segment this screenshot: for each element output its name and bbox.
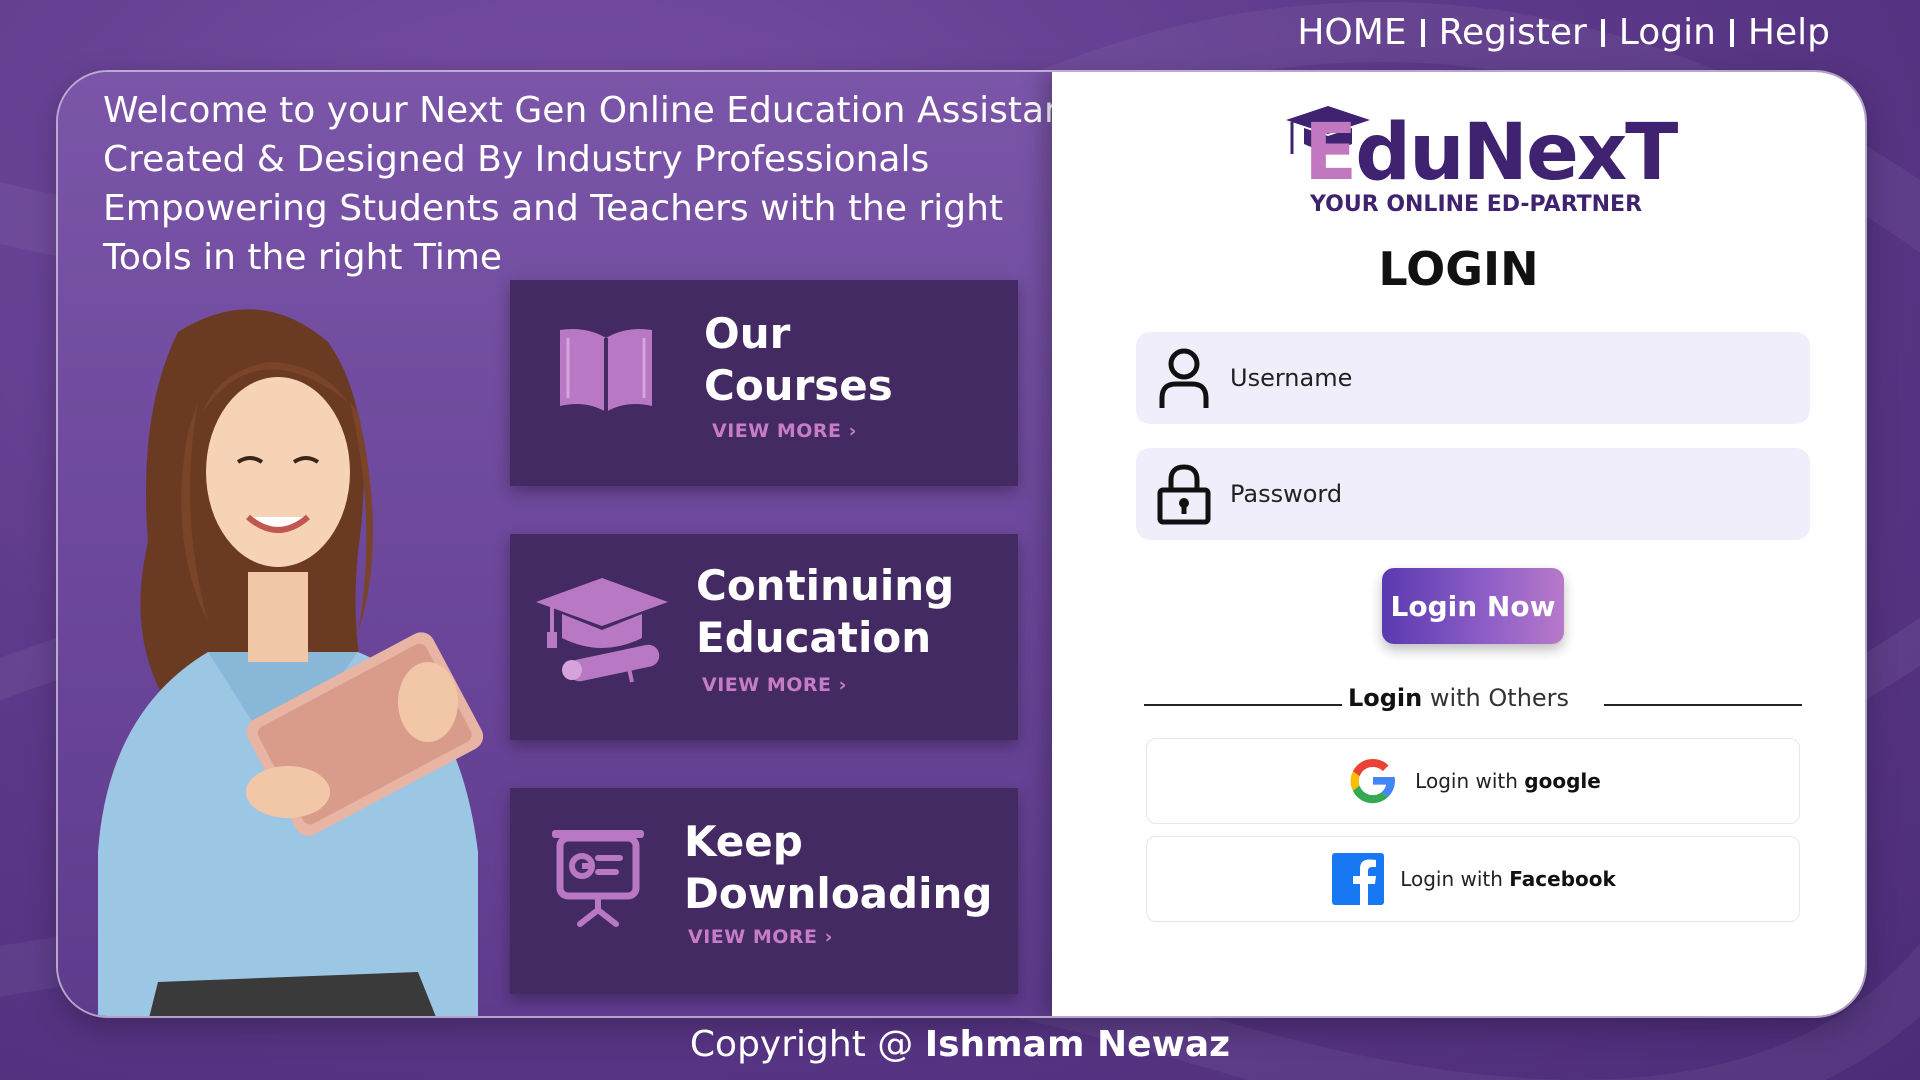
continuing-education-tile[interactable]: Continuing Education VIEW MORE › (510, 534, 1018, 740)
login-now-button[interactable]: Login Now (1382, 568, 1564, 644)
welcome-text: Welcome to your Next Gen Online Educatio… (103, 86, 1093, 282)
tile-title-line: Courses (704, 361, 893, 410)
login-panel: EduNexT YOUR ONLINE ED-PARTNER LOGIN Log… (1052, 72, 1865, 1016)
welcome-line: Welcome to your Next Gen Online Educatio… (103, 90, 1093, 131)
main-card: Welcome to your Next Gen Online Educatio… (56, 70, 1867, 1018)
nav-login-link[interactable]: Login (1605, 12, 1730, 53)
copyright-footer: Copyright @ Ishmam Newaz (0, 1024, 1920, 1065)
password-input[interactable] (1228, 479, 1810, 509)
graduation-cap-icon (536, 578, 668, 683)
nav-help-link[interactable]: Help (1734, 12, 1844, 53)
welcome-line: Tools in the right Time (103, 237, 503, 278)
facebook-login-button[interactable]: Login with Facebook (1146, 836, 1800, 922)
tile-title-line: Education (696, 613, 932, 662)
google-login-prefix: Login with (1415, 769, 1525, 793)
login-with-others-bold: Login (1347, 684, 1423, 712)
lock-icon (1157, 464, 1211, 525)
google-icon (1350, 758, 1396, 804)
brand-logo: EduNexT YOUR ONLINE ED-PARTNER (1284, 102, 1678, 217)
brand-name-initial: E (1304, 108, 1357, 198)
google-login-label: Login with google (1415, 769, 1601, 793)
welcome-line: Created & Designed By Industry Professio… (103, 139, 930, 180)
brand-tagline: YOUR ONLINE ED-PARTNER (1310, 192, 1643, 217)
google-login-bold: google (1524, 769, 1601, 793)
facebook-login-prefix: Login with (1400, 867, 1510, 891)
username-field[interactable] (1136, 332, 1810, 424)
user-icon (1159, 348, 1209, 408)
top-navigation: HOME Register Login Help (1283, 12, 1844, 53)
divider-line (1604, 704, 1802, 706)
view-more-link[interactable]: VIEW MORE › (712, 420, 857, 442)
keep-downloading-tile[interactable]: Keep Downloading VIEW MORE › (510, 788, 1018, 994)
login-with-others-label: Login with Others (1052, 684, 1865, 712)
nav-register-link[interactable]: Register (1425, 12, 1601, 53)
tile-title: Our Courses (704, 308, 893, 412)
open-book-icon (560, 329, 652, 412)
nav-home-link[interactable]: HOME (1283, 12, 1420, 53)
student-with-tablet-image (98, 309, 484, 1016)
copyright-prefix: Copyright @ (689, 1024, 925, 1065)
tile-title: Continuing Education (696, 560, 954, 664)
login-heading: LOGIN (1378, 242, 1539, 296)
view-more-link[interactable]: VIEW MORE › (702, 674, 847, 696)
facebook-login-label: Login with Facebook (1400, 867, 1616, 891)
brand-name: EduNexT (1304, 108, 1678, 198)
view-more-link[interactable]: VIEW MORE › (688, 926, 833, 948)
presentation-board-icon (552, 830, 644, 927)
login-with-others-rest: with Others (1422, 684, 1570, 712)
tile-title-line: Our (704, 309, 791, 358)
welcome-line: Empowering Students and Teachers with th… (103, 188, 1004, 229)
tile-title-line: Keep (684, 817, 803, 866)
tile-title-line: Downloading (684, 869, 993, 918)
promo-panel: Welcome to your Next Gen Online Educatio… (58, 72, 1093, 1016)
google-login-button[interactable]: Login with google (1146, 738, 1800, 824)
password-field[interactable] (1136, 448, 1810, 540)
facebook-icon (1332, 853, 1385, 905)
brand-name-rest: duNexT (1355, 108, 1678, 198)
facebook-login-bold: Facebook (1509, 867, 1616, 891)
username-input[interactable] (1228, 363, 1810, 393)
courses-tile[interactable]: Our Courses VIEW MORE › (510, 280, 1018, 486)
tile-title: Keep Downloading (684, 816, 992, 920)
copyright-author: Ishmam Newaz (924, 1024, 1231, 1065)
tile-title-line: Continuing (696, 561, 955, 610)
